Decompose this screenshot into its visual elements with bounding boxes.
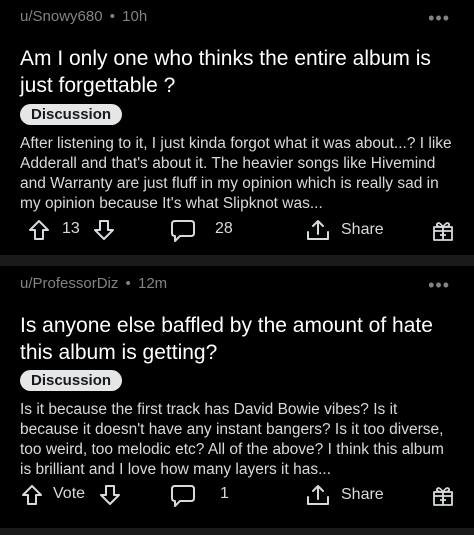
more-options-icon[interactable]: ••• [428,276,450,294]
comments-button[interactable] [170,483,196,509]
share-button[interactable]: Share [305,218,384,242]
post-author[interactable]: u/Snowy680 [20,8,103,25]
post-time: 12m [137,275,168,292]
more-options-icon[interactable]: ••• [428,9,450,27]
upvote-arrow-icon [29,220,49,240]
comments-button[interactable] [170,218,196,244]
comment-count: 1 [220,485,229,502]
downvote-button[interactable] [98,483,122,507]
meta-separator: • [109,8,115,25]
post-actions: Vote 1 Share [0,483,474,511]
award-button[interactable] [431,219,455,243]
post-card[interactable]: u/ProfessorDiz • 12m ••• Is anyone else … [0,266,474,535]
downvote-arrow-icon [100,485,120,505]
post-actions: 13 28 Share [0,218,474,246]
post-time: 10h [122,8,148,25]
share-icon [307,485,329,505]
post-author[interactable]: u/ProfessorDiz [20,275,118,292]
post-title[interactable]: Am I only one who thinks the entire albu… [20,45,460,99]
post-separator [0,255,474,266]
vote-score: Vote [53,485,86,502]
meta-separator: • [125,275,131,292]
share-label: Share [341,486,384,503]
post-separator [0,528,474,535]
post-meta: u/Snowy680 • 10h [20,8,147,25]
post-title[interactable]: Is anyone else baffled by the amount of … [20,312,460,366]
comment-count: 28 [215,220,233,237]
post-card[interactable]: u/Snowy680 • 10h ••• Am I only one who t… [0,0,474,255]
post-body[interactable]: Is it because the first track has David … [20,400,456,480]
comment-bubble-icon [171,485,195,507]
downvote-arrow-icon [94,220,114,240]
award-button[interactable] [431,484,455,508]
comment-bubble-icon [171,220,195,242]
share-button[interactable]: Share [305,483,384,507]
gift-award-icon [433,487,453,506]
post-meta: u/ProfessorDiz • 12m [20,275,167,292]
share-icon [307,220,329,240]
vote-score: 13 [62,220,80,237]
upvote-button[interactable] [20,483,44,507]
post-body[interactable]: After listening to it, I just kinda forg… [20,134,456,214]
upvote-button[interactable] [27,218,51,242]
gift-award-icon [433,222,453,241]
share-label: Share [341,221,384,238]
upvote-arrow-icon [22,485,42,505]
downvote-button[interactable] [92,218,116,242]
flair-badge[interactable]: Discussion [20,104,123,125]
flair-badge[interactable]: Discussion [20,370,123,391]
